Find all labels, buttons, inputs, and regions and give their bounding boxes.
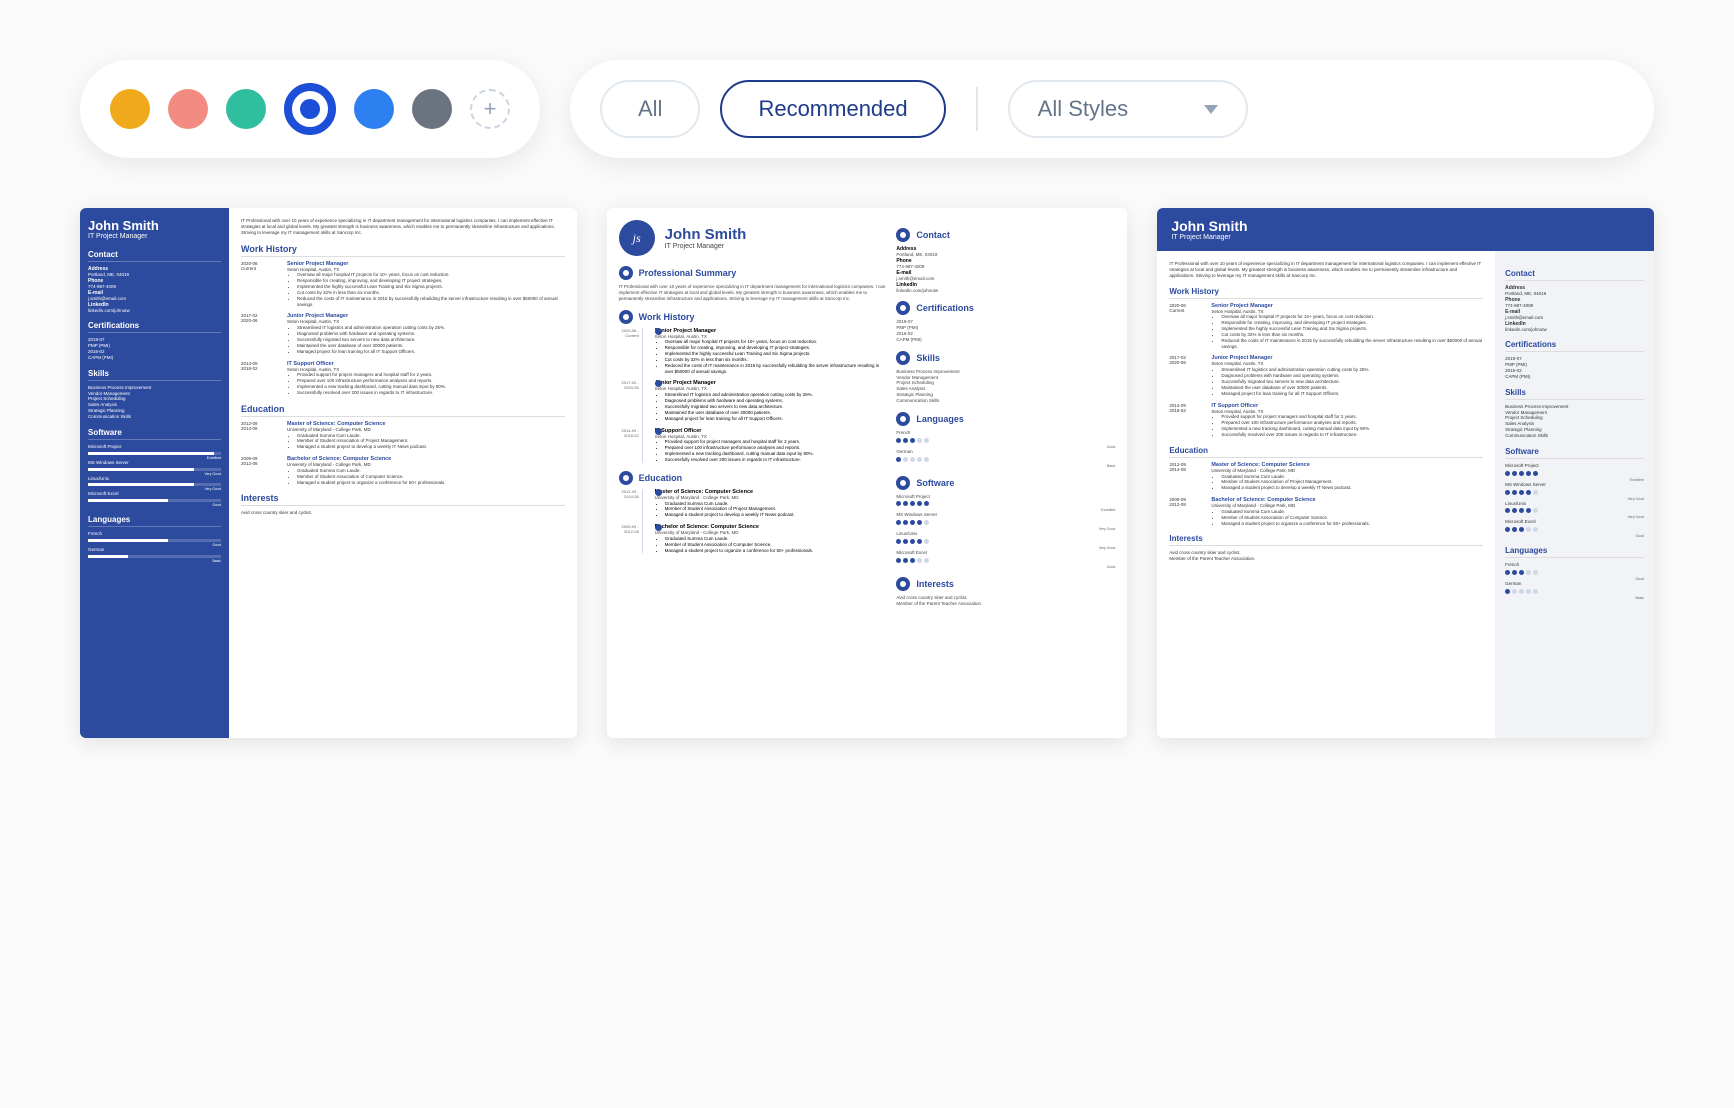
work-history-heading: Work History [241, 244, 565, 257]
styles-dropdown-label: All Styles [1038, 96, 1128, 122]
work-entry: 2017-022020-06 Junior Project ManagerSet… [241, 313, 565, 354]
certifications-heading: Certifications [88, 321, 221, 333]
filter-all[interactable]: All [600, 80, 700, 138]
color-swatch-blue[interactable] [354, 89, 394, 129]
work-entry: 2017-02 - 2020-06 Junior Project Manager… [655, 380, 887, 421]
education-heading: Education [241, 404, 565, 417]
avatar: js [619, 220, 655, 256]
work-entry: 2017-022020-06 Junior Project ManagerSet… [1169, 355, 1483, 396]
t1-sidebar: John Smith IT Project Manager Contact Ad… [80, 208, 229, 738]
contact-heading: Contact [88, 250, 221, 262]
work-entry: 2020-06 - Current Senior Project Manager… [655, 328, 887, 375]
resume-template-3[interactable]: John Smith IT Project Manager IT Profess… [1157, 208, 1654, 738]
contact-icon [896, 228, 910, 242]
resume-title: IT Project Manager [88, 233, 221, 240]
resume-name: John Smith [665, 226, 747, 243]
languages-heading: Languages [88, 515, 221, 527]
work-entry: 2012-092014-08 Master of Science: Comput… [1169, 462, 1483, 491]
t3-sidebar: Contact AddressPortland, ME, 04019 Phone… [1495, 251, 1654, 738]
resume-name: John Smith [88, 218, 221, 233]
cert-icon [896, 301, 910, 315]
education-icon [619, 471, 633, 485]
color-swatch-coral[interactable] [168, 89, 208, 129]
t2-right: Contact AddressPortland, ME, 04019 Phone… [896, 220, 1115, 726]
color-swatch-teal[interactable] [226, 89, 266, 129]
t3-header: John Smith IT Project Manager [1157, 208, 1654, 251]
summary-text: IT Professional with over 10 years of ex… [241, 218, 565, 236]
t2-left: js John Smith IT Project Manager Profess… [619, 220, 887, 726]
t1-main: IT Professional with over 10 years of ex… [229, 208, 577, 738]
skills-heading: Skills [88, 369, 221, 381]
work-entry: 2009-09 - 2012-08 Bachelor of Science: C… [655, 524, 887, 553]
color-palette: + [80, 60, 540, 158]
styles-dropdown[interactable]: All Styles [1008, 80, 1248, 138]
filter-recommended[interactable]: Recommended [720, 80, 945, 138]
interests-heading: Interests [241, 493, 565, 506]
software-heading: Software [88, 428, 221, 440]
divider [976, 87, 978, 131]
chevron-down-icon [1204, 105, 1218, 114]
resume-title: IT Project Manager [665, 243, 747, 250]
color-swatch-amber[interactable] [110, 89, 150, 129]
work-entry: 2009-092012-08 Bachelor of Science: Comp… [241, 456, 565, 485]
add-color-button[interactable]: + [470, 89, 510, 129]
resume-name: John Smith [1171, 218, 1640, 234]
color-swatch-navy-selected[interactable] [284, 83, 336, 135]
resume-template-1[interactable]: John Smith IT Project Manager Contact Ad… [80, 208, 577, 738]
filter-bar: All Recommended All Styles [570, 60, 1654, 158]
resume-title: IT Project Manager [1171, 234, 1640, 241]
summary-icon [619, 266, 633, 280]
lang-icon [896, 412, 910, 426]
t3-main: IT Professional with over 10 years of ex… [1157, 251, 1495, 738]
resume-template-2[interactable]: js John Smith IT Project Manager Profess… [607, 208, 1128, 738]
work-entry: 2012-09 - 2014-08 Master of Science: Com… [655, 489, 887, 518]
color-swatch-grey[interactable] [412, 89, 452, 129]
work-entry: 2014-09 - 2018-02 IT Support OfficerSeto… [655, 428, 887, 463]
work-entry: 2014-092018-02 IT Support OfficerSeton H… [1169, 403, 1483, 438]
work-icon [619, 310, 633, 324]
work-entry: 2009-092012-08 Bachelor of Science: Comp… [1169, 497, 1483, 526]
work-entry: 2012-092014-08 Master of Science: Comput… [241, 421, 565, 450]
template-gallery: John Smith IT Project Manager Contact Ad… [80, 208, 1654, 738]
toolbar: + All Recommended All Styles [80, 60, 1654, 158]
work-entry: 2020-06Current Senior Project ManagerSet… [1169, 303, 1483, 350]
work-entry: 2020-06Current Senior Project ManagerSet… [241, 261, 565, 308]
interests-icon [896, 577, 910, 591]
software-icon [896, 476, 910, 490]
skills-icon [896, 351, 910, 365]
work-entry: 2014-092018-02 IT Support OfficerSeton H… [241, 361, 565, 396]
